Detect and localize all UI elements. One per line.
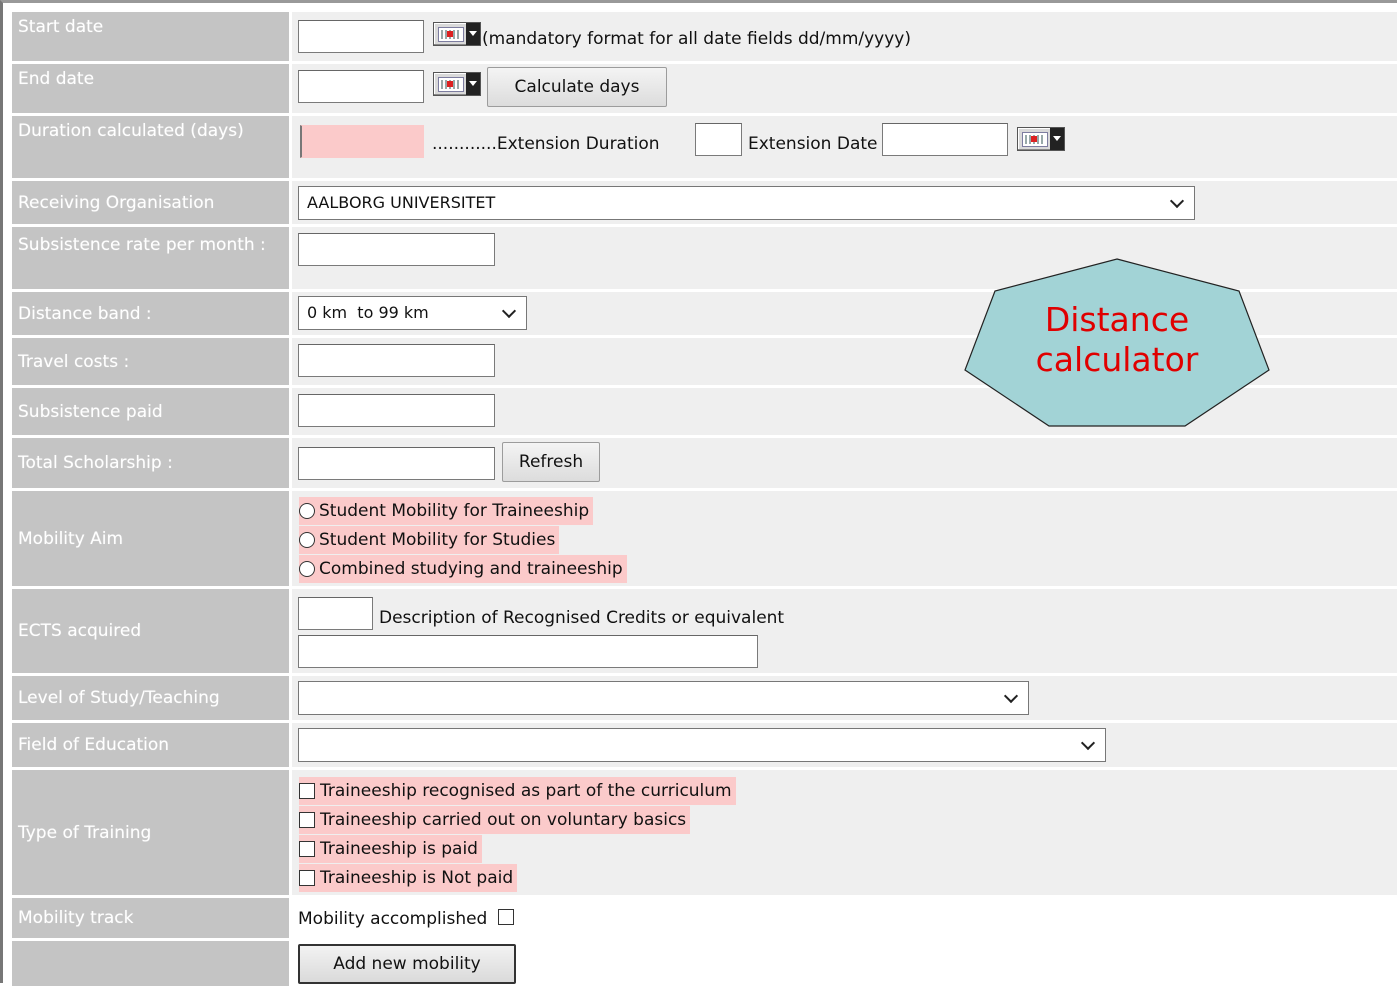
row-add-mobility: Add new mobility bbox=[12, 941, 1397, 986]
subsistence-paid-input[interactable] bbox=[298, 394, 495, 427]
duration-label: Duration calculated (days) bbox=[12, 116, 289, 178]
row-total-scholarship: Total Scholarship : Refresh bbox=[12, 438, 1397, 488]
end-date-calendar-icon[interactable] bbox=[433, 72, 481, 96]
row-type-of-training: Type of Training Traineeship recognised … bbox=[12, 770, 1397, 895]
chevron-down-icon bbox=[1003, 688, 1019, 704]
row-mobility-aim: Mobility Aim Student Mobility for Traine… bbox=[12, 491, 1397, 586]
start-date-label: Start date bbox=[12, 12, 289, 61]
row-field-of-education: Field of Education bbox=[12, 723, 1397, 767]
level-of-study-label: Level of Study/Teaching bbox=[12, 676, 289, 720]
training-option-paid[interactable]: Traineeship is paid bbox=[299, 835, 482, 863]
training-option-voluntary[interactable]: Traineeship carried out on voluntary bas… bbox=[299, 806, 691, 834]
checkbox[interactable] bbox=[299, 870, 315, 886]
mobility-accomplished-checkbox[interactable] bbox=[498, 909, 514, 925]
radio-button[interactable] bbox=[299, 532, 315, 548]
extension-date-input[interactable] bbox=[882, 123, 1008, 156]
date-format-note: (mandatory format for all date fields dd… bbox=[482, 29, 911, 49]
ects-acquired-label: ECTS acquired bbox=[12, 589, 289, 673]
extension-duration-input[interactable] bbox=[695, 123, 742, 156]
extension-date-calendar-icon[interactable] bbox=[1017, 127, 1065, 151]
start-date-calendar-icon[interactable] bbox=[433, 22, 481, 46]
row-start-date: Start date (mandatory format for all dat… bbox=[12, 12, 1397, 61]
chevron-down-icon bbox=[1080, 735, 1096, 751]
mobility-track-label: Mobility track bbox=[12, 898, 289, 938]
checkbox[interactable] bbox=[299, 812, 315, 828]
row-end-date: End date Calculate days bbox=[12, 64, 1397, 113]
subsistence-rate-label: Subsistence rate per month : bbox=[12, 227, 289, 289]
refresh-button[interactable]: Refresh bbox=[502, 442, 600, 482]
mobility-aim-option-combined[interactable]: Combined studying and traineeship bbox=[299, 555, 627, 583]
add-new-mobility-button[interactable]: Add new mobility bbox=[298, 944, 516, 984]
chevron-down-icon bbox=[501, 303, 517, 319]
row-ects-acquired: ECTS acquired Description of Recognised … bbox=[12, 589, 1397, 673]
level-of-study-select[interactable] bbox=[298, 681, 1029, 715]
recognised-credits-input[interactable] bbox=[298, 635, 758, 668]
receiving-organisation-value: AALBORG UNIVERSITET bbox=[307, 193, 496, 212]
distance-band-value: 0 km to 99 km bbox=[307, 303, 429, 322]
row-mobility-track: Mobility track Mobility accomplished bbox=[12, 898, 1397, 938]
form-frame: Start date (mandatory format for all dat… bbox=[0, 0, 1397, 986]
mobility-aim-label: Mobility Aim bbox=[12, 491, 289, 586]
subsistence-rate-input[interactable] bbox=[298, 233, 495, 266]
mobility-accomplished-label: Mobility accomplished bbox=[298, 909, 488, 929]
radio-button[interactable] bbox=[299, 503, 315, 519]
chevron-down-icon bbox=[1169, 193, 1185, 209]
extension-date-label: Extension Date bbox=[748, 134, 878, 154]
type-of-training-label: Type of Training bbox=[12, 770, 289, 895]
total-scholarship-input[interactable] bbox=[298, 447, 495, 480]
total-scholarship-label: Total Scholarship : bbox=[12, 438, 289, 488]
radio-button[interactable] bbox=[299, 561, 315, 577]
travel-costs-input[interactable] bbox=[298, 344, 495, 377]
ects-input[interactable] bbox=[298, 597, 373, 630]
callout-text-line2: calculator bbox=[1035, 340, 1199, 379]
distance-band-label: Distance band : bbox=[12, 292, 289, 335]
empty-label-cell bbox=[12, 941, 289, 986]
row-level-of-study: Level of Study/Teaching bbox=[12, 676, 1397, 720]
training-option-curriculum[interactable]: Traineeship recognised as part of the cu… bbox=[299, 777, 736, 805]
subsistence-paid-label: Subsistence paid bbox=[12, 388, 289, 435]
duration-days-output bbox=[300, 125, 424, 158]
end-date-label: End date bbox=[12, 64, 289, 113]
field-of-education-select[interactable] bbox=[298, 728, 1106, 762]
callout-text-line1: Distance bbox=[1044, 300, 1190, 339]
mobility-aim-option-traineeship[interactable]: Student Mobility for Traineeship bbox=[299, 497, 594, 525]
extension-duration-label: ............Extension Duration bbox=[432, 134, 660, 154]
calculate-days-button[interactable]: Calculate days bbox=[487, 67, 667, 107]
travel-costs-label: Travel costs : bbox=[12, 338, 289, 385]
row-duration: Duration calculated (days) ............E… bbox=[12, 116, 1397, 178]
receiving-organisation-select[interactable]: AALBORG UNIVERSITET bbox=[298, 186, 1195, 220]
end-date-input[interactable] bbox=[298, 70, 424, 103]
checkbox[interactable] bbox=[299, 841, 315, 857]
row-receiving-organisation: Receiving Organisation AALBORG UNIVERSIT… bbox=[12, 181, 1397, 224]
distance-calculator-callout: Distance calculator bbox=[963, 258, 1271, 428]
start-date-input[interactable] bbox=[298, 20, 424, 53]
receiving-organisation-label: Receiving Organisation bbox=[12, 181, 289, 224]
training-option-not-paid[interactable]: Traineeship is Not paid bbox=[299, 864, 518, 892]
checkbox[interactable] bbox=[299, 783, 315, 799]
mobility-aim-option-studies[interactable]: Student Mobility for Studies bbox=[299, 526, 560, 554]
recognised-credits-label: Description of Recognised Credits or equ… bbox=[379, 608, 785, 628]
field-of-education-label: Field of Education bbox=[12, 723, 289, 767]
distance-band-select[interactable]: 0 km to 99 km bbox=[298, 296, 527, 330]
